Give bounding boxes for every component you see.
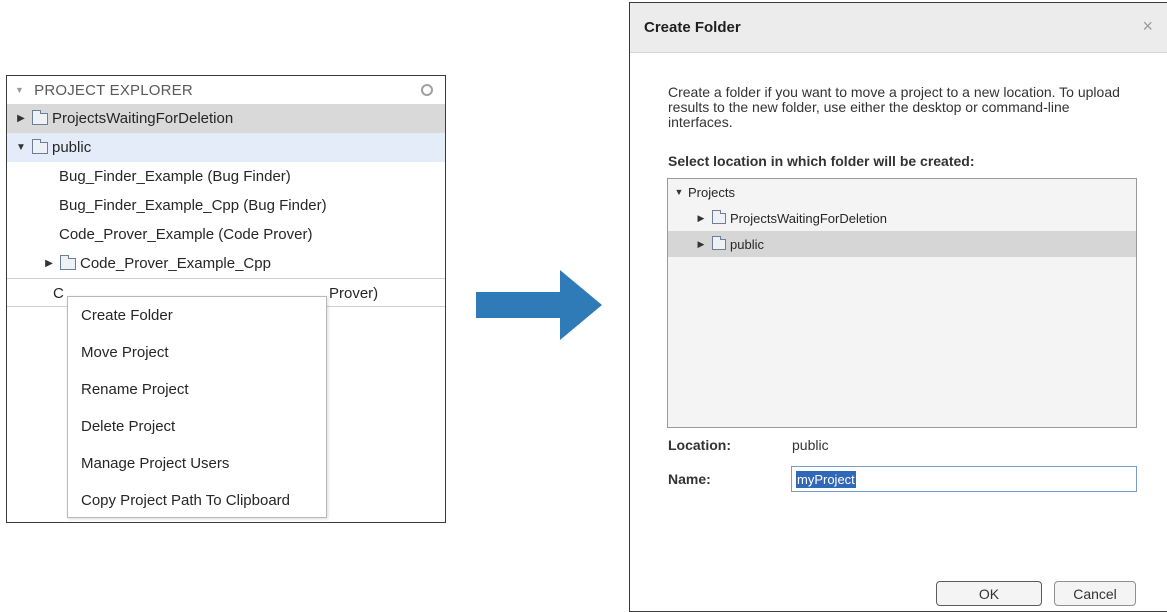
name-input[interactable]: myProject <box>791 466 1137 492</box>
partial-row-text-right: Prover) <box>329 285 379 302</box>
tree-row-label: Code_Prover_Example_Cpp <box>80 255 271 272</box>
menu-item-manage-project-users[interactable]: Manage Project Users <box>68 445 326 482</box>
tree-row-label: ProjectsWaitingForDeletion <box>52 110 234 127</box>
dialog-title-bar: Create Folder × <box>630 3 1167 53</box>
folder-icon <box>32 109 48 125</box>
ok-button[interactable]: OK <box>936 581 1042 606</box>
collapse-arrow-icon[interactable]: ▼ <box>15 142 27 153</box>
context-menu: Create Folder Move Project Rename Projec… <box>67 296 327 518</box>
expand-arrow-icon[interactable]: ▶ <box>43 258 55 269</box>
settings-icon[interactable] <box>421 84 433 96</box>
arrow-shape <box>476 270 602 340</box>
tree-row-project[interactable]: Bug_Finder_Example_Cpp (Bug Finder) <box>7 191 445 220</box>
menu-item-delete-project[interactable]: Delete Project <box>68 408 326 445</box>
tree-node-public[interactable]: ▶ public <box>668 231 1136 257</box>
project-explorer-header: ▼ PROJECT EXPLORER <box>7 76 445 104</box>
close-icon[interactable]: × <box>1142 16 1153 37</box>
folder-icon <box>60 254 76 270</box>
tree-row-label: Code_Prover_Example (Code Prover) <box>59 226 313 243</box>
folder-icon <box>32 138 48 154</box>
tree-node-projects[interactable]: ▼ Projects <box>668 179 1136 205</box>
tree-row-label: public <box>52 139 92 156</box>
tree-row-project[interactable]: Code_Prover_Example (Code Prover) <box>7 220 445 249</box>
location-label: Location: <box>668 437 731 453</box>
tree-node-label: public <box>730 236 764 252</box>
expand-arrow-icon[interactable]: ▶ <box>696 239 706 250</box>
create-folder-dialog: Create Folder × Create a folder if you w… <box>629 2 1167 612</box>
dialog-title: Create Folder <box>644 19 741 36</box>
menu-item-create-folder[interactable]: Create Folder <box>68 297 326 334</box>
expand-arrow-icon[interactable]: ▶ <box>696 213 706 224</box>
location-tree: ▼ Projects ▶ ProjectsWaitingForDeletion … <box>667 178 1137 428</box>
select-location-label: Select location in which folder will be … <box>668 153 975 169</box>
tree-row-label: Bug_Finder_Example (Bug Finder) <box>59 168 291 185</box>
expand-arrow-icon[interactable]: ▶ <box>15 113 27 124</box>
project-explorer-title: PROJECT EXPLORER <box>34 81 193 99</box>
tree-row-subfolder[interactable]: ▶ Code_Prover_Example_Cpp <box>7 249 445 278</box>
location-value: public <box>792 437 829 453</box>
tree-row-public[interactable]: ▼ public <box>7 133 445 162</box>
partial-row-text-left: C <box>53 285 64 302</box>
menu-item-copy-project-path[interactable]: Copy Project Path To Clipboard <box>68 482 326 519</box>
right-arrow-icon <box>476 270 602 340</box>
cancel-button[interactable]: Cancel <box>1054 581 1136 606</box>
tree-row-label: Bug_Finder_Example_Cpp (Bug Finder) <box>59 197 327 214</box>
folder-icon <box>712 235 726 250</box>
collapse-triangle-icon[interactable]: ▼ <box>15 85 24 95</box>
collapse-arrow-icon[interactable]: ▼ <box>674 187 684 197</box>
tree-node-label: ProjectsWaitingForDeletion <box>730 210 888 226</box>
name-label: Name: <box>668 471 711 487</box>
name-input-selected-text: myProject <box>796 470 856 488</box>
tree-row-projects-waiting-for-deletion[interactable]: ▶ ProjectsWaitingForDeletion <box>7 104 445 133</box>
menu-item-rename-project[interactable]: Rename Project <box>68 371 326 408</box>
menu-item-move-project[interactable]: Move Project <box>68 334 326 371</box>
folder-icon <box>712 209 726 224</box>
tree-node-label: Projects <box>688 184 735 200</box>
dialog-description: Create a folder if you want to move a pr… <box>668 84 1120 130</box>
tree-node-projects-waiting-for-deletion[interactable]: ▶ ProjectsWaitingForDeletion <box>668 205 1136 231</box>
tree-row-project[interactable]: Bug_Finder_Example (Bug Finder) <box>7 162 445 191</box>
